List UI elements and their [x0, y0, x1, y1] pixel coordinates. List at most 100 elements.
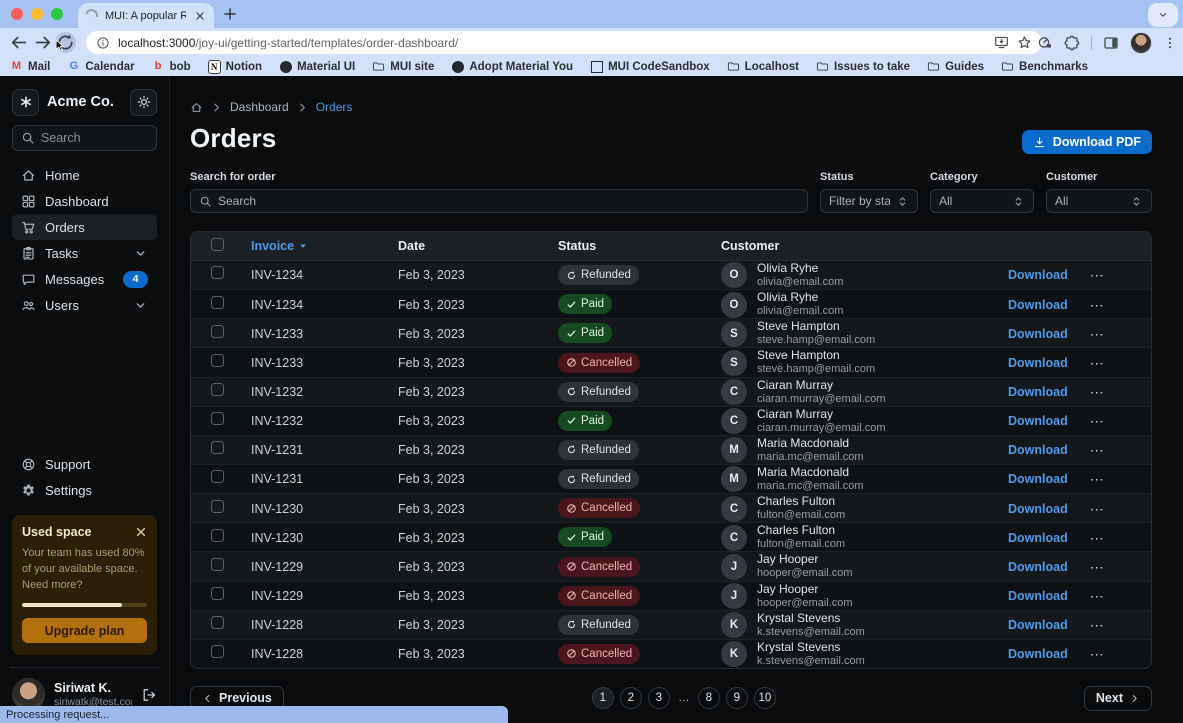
sidebar-item-tasks[interactable]: Tasks — [12, 240, 157, 266]
row-menu-button[interactable]: ⋯ — [1090, 472, 1105, 486]
download-link[interactable]: Download — [1008, 589, 1068, 603]
site-info-icon[interactable] — [96, 36, 110, 50]
row-menu-button[interactable]: ⋯ — [1090, 327, 1105, 341]
bookmark-item[interactable]: N Notion — [208, 60, 262, 73]
row-checkbox[interactable] — [211, 325, 224, 338]
category-select[interactable]: All — [930, 189, 1034, 213]
download-link[interactable]: Download — [1008, 327, 1068, 341]
row-checkbox[interactable] — [211, 412, 224, 425]
page-button-10[interactable]: 10 — [754, 687, 776, 709]
row-checkbox[interactable] — [211, 558, 224, 571]
install-app-icon[interactable] — [994, 35, 1009, 50]
row-checkbox[interactable] — [211, 645, 224, 658]
page-button-2[interactable]: 2 — [620, 687, 642, 709]
close-window-button[interactable] — [11, 8, 23, 20]
download-link[interactable]: Download — [1008, 560, 1068, 574]
bookmark-item[interactable]: Guides — [927, 60, 984, 73]
download-link[interactable]: Download — [1008, 268, 1068, 282]
download-link[interactable]: Download — [1008, 618, 1068, 632]
minimize-window-button[interactable] — [31, 8, 43, 20]
bookmark-item[interactable]: Adopt Material You — [451, 60, 573, 73]
download-link[interactable]: Download — [1008, 531, 1068, 545]
sidebar-item-messages[interactable]: Messages 4 — [12, 266, 157, 292]
row-menu-button[interactable]: ⋯ — [1090, 531, 1105, 545]
page-button-1[interactable]: 1 — [592, 687, 614, 709]
bookmark-item[interactable]: Material UI — [279, 60, 355, 73]
breadcrumb-dashboard[interactable]: Dashboard — [230, 100, 289, 114]
row-menu-button[interactable]: ⋯ — [1090, 502, 1105, 516]
download-link[interactable]: Download — [1008, 298, 1068, 312]
row-menu-button[interactable]: ⋯ — [1090, 385, 1105, 399]
sidebar-item-dashboard[interactable]: Dashboard — [12, 188, 157, 214]
page-button-3[interactable]: 3 — [648, 687, 670, 709]
close-icon[interactable] — [135, 526, 147, 538]
page-button-9[interactable]: 9 — [726, 687, 748, 709]
forward-button[interactable] — [33, 32, 54, 53]
download-link[interactable]: Download — [1008, 502, 1068, 516]
tab-close-icon[interactable] — [193, 9, 207, 23]
row-checkbox[interactable] — [211, 529, 224, 542]
brand-logo-button[interactable] — [12, 89, 39, 116]
side-panel-icon[interactable] — [1103, 35, 1119, 51]
profile-avatar[interactable] — [1130, 32, 1152, 54]
download-link[interactable]: Download — [1008, 356, 1068, 370]
row-menu-button[interactable]: ⋯ — [1090, 443, 1105, 457]
upgrade-plan-button[interactable]: Upgrade plan — [22, 618, 147, 643]
invoice-column-header[interactable]: Invoice — [239, 239, 386, 253]
back-button[interactable] — [8, 32, 29, 53]
download-link[interactable]: Download — [1008, 385, 1068, 399]
sidebar-item-settings[interactable]: Settings — [12, 477, 157, 503]
address-bar[interactable]: localhost:3000/joy-ui/getting-started/te… — [86, 31, 1042, 54]
download-link[interactable]: Download — [1008, 414, 1068, 428]
home-icon[interactable] — [190, 101, 203, 114]
sidebar-item-users[interactable]: Users — [12, 292, 157, 318]
download-link[interactable]: Download — [1008, 647, 1068, 661]
row-menu-button[interactable]: ⋯ — [1090, 414, 1105, 428]
row-checkbox[interactable] — [211, 441, 224, 454]
maximize-window-button[interactable] — [51, 8, 63, 20]
site-permissions-icon[interactable] — [1037, 35, 1053, 51]
bookmark-item[interactable]: MUI CodeSandbox — [590, 60, 710, 73]
row-menu-button[interactable]: ⋯ — [1090, 560, 1105, 574]
sidebar-item-support[interactable]: Support — [12, 451, 157, 477]
row-checkbox[interactable] — [211, 470, 224, 483]
bookmark-item[interactable]: Localhost — [727, 60, 799, 73]
row-checkbox[interactable] — [211, 587, 224, 600]
row-menu-button[interactable]: ⋯ — [1090, 268, 1105, 282]
bookmark-item[interactable]: Benchmarks — [1001, 60, 1088, 73]
select-all-checkbox[interactable] — [211, 238, 224, 251]
row-checkbox[interactable] — [211, 296, 224, 309]
logout-icon[interactable] — [141, 687, 157, 703]
browser-tab[interactable]: MUI: A popular React UI fram — [78, 3, 214, 28]
row-menu-button[interactable]: ⋯ — [1090, 589, 1105, 603]
row-checkbox[interactable] — [211, 266, 224, 279]
row-checkbox[interactable] — [211, 354, 224, 367]
row-checkbox[interactable] — [211, 616, 224, 629]
row-menu-button[interactable]: ⋯ — [1090, 356, 1105, 370]
extensions-icon[interactable] — [1064, 35, 1080, 51]
bookmark-item[interactable]: b bob — [152, 60, 191, 73]
row-menu-button[interactable]: ⋯ — [1090, 298, 1105, 312]
page-button-8[interactable]: 8 — [698, 687, 720, 709]
bookmark-star-icon[interactable] — [1017, 35, 1032, 50]
download-link[interactable]: Download — [1008, 472, 1068, 486]
sidebar-item-orders[interactable]: Orders — [12, 214, 157, 240]
download-link[interactable]: Download — [1008, 443, 1068, 457]
new-tab-button[interactable] — [221, 5, 239, 23]
bookmark-item[interactable]: G Calendar — [67, 60, 134, 73]
sidebar-search-input[interactable]: Search — [12, 125, 157, 151]
browser-menu-icon[interactable] — [1163, 36, 1177, 50]
row-menu-button[interactable]: ⋯ — [1090, 618, 1105, 632]
next-page-button[interactable]: Next — [1084, 686, 1152, 711]
bookmark-item[interactable]: M Mail — [10, 60, 50, 73]
row-checkbox[interactable] — [211, 383, 224, 396]
order-search-input[interactable]: Search — [190, 189, 808, 213]
bookmark-item[interactable]: MUI site — [372, 60, 434, 73]
theme-toggle-button[interactable] — [130, 89, 157, 116]
bookmark-item[interactable]: Issues to take — [816, 60, 910, 73]
row-menu-button[interactable]: ⋯ — [1090, 647, 1105, 661]
tab-search-button[interactable] — [1148, 3, 1178, 27]
customer-select[interactable]: All — [1046, 189, 1152, 213]
row-checkbox[interactable] — [211, 500, 224, 513]
sidebar-item-home[interactable]: Home — [12, 162, 157, 188]
